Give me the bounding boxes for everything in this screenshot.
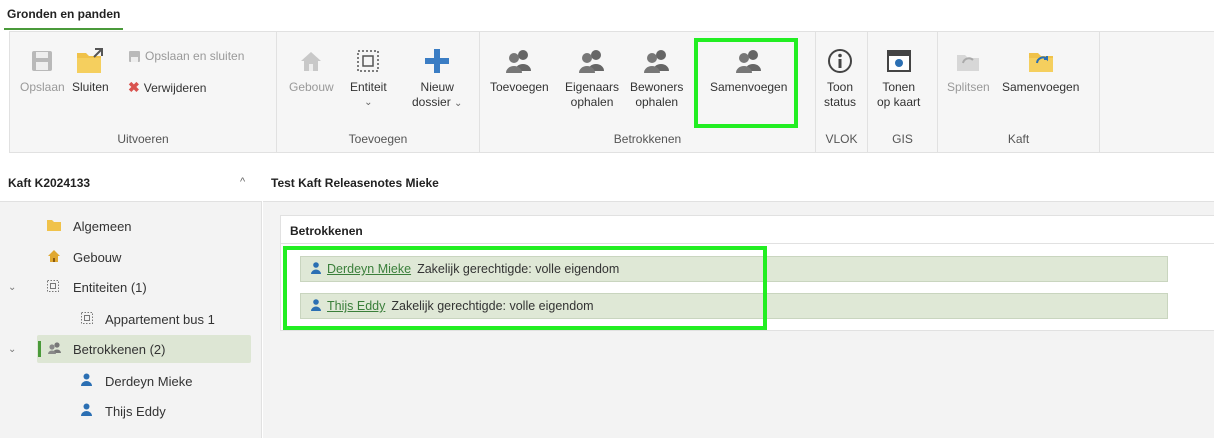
person-role: Zakelijk gerechtigde: volle eigendom — [391, 299, 594, 313]
ribbon: Opslaan Sluiten Opslaan en sluiten ✖ Ver… — [9, 31, 1214, 153]
plus-icon — [422, 46, 452, 76]
group-toevoegen: Gebouw Entiteit ⌄ Nieuw dossier ⌄ Toevoe… — [277, 32, 480, 152]
people-icon — [504, 46, 534, 76]
chevron-down-icon: ⌄ — [454, 98, 463, 109]
tab-gronden-en-panden[interactable]: Gronden en panden — [4, 4, 124, 30]
group-label-gis: GIS — [892, 132, 913, 146]
folder-close-icon — [75, 46, 105, 76]
group-kaft: Splitsen Samenvoegen Kaft — [938, 32, 1100, 152]
entiteit-button[interactable]: Entiteit ⌄ — [350, 46, 387, 110]
save-icon — [27, 46, 57, 76]
left-panel-header: Kaft K2024133 ^ — [0, 164, 262, 202]
list-item: Thijs Eddy Zakelijk gerechtigde: volle e… — [300, 293, 1168, 319]
gebouw-button[interactable]: Gebouw — [289, 46, 334, 95]
tonen-op-kaart-button[interactable]: Tonen op kaart — [877, 46, 920, 110]
person-icon — [311, 261, 321, 277]
tree-item-gebouw[interactable]: Gebouw — [0, 243, 262, 271]
people-icon — [47, 341, 63, 357]
group-gis: Tonen op kaart GIS — [868, 32, 938, 152]
chevron-up-icon[interactable]: ^ — [240, 176, 245, 188]
group-label-toevoegen: Toevoegen — [348, 132, 408, 146]
split-icon — [953, 46, 983, 76]
eigenaars-ophalen-button[interactable]: Eigenaars ophalen — [565, 46, 619, 110]
toon-status-button[interactable]: Toon status — [824, 46, 856, 110]
list-item: Derdeyn Mieke Zakelijk gerechtigde: voll… — [300, 256, 1168, 282]
nieuw-dossier-button[interactable]: Nieuw dossier ⌄ — [412, 46, 462, 111]
person-link[interactable]: Thijs Eddy — [327, 299, 385, 313]
people-icon — [642, 46, 672, 76]
kaft-samenvoegen-button[interactable]: Samenvoegen — [1002, 46, 1079, 95]
entity-icon — [47, 279, 59, 295]
chevron-down-icon: ⌄ — [364, 97, 373, 108]
group-label-betrokkenen: Betrokkenen — [613, 132, 682, 146]
card-title: Betrokkenen — [290, 224, 363, 238]
entity-icon — [353, 46, 383, 76]
opslaan-en-sluiten-button[interactable]: Opslaan en sluiten — [128, 49, 244, 63]
main-panel: Test Kaft Releasenotes Mieke Betrokkenen… — [263, 164, 1214, 438]
tree-item-appartement[interactable]: Appartement bus 1 — [0, 305, 262, 333]
tree-item-algemeen[interactable]: Algemeen — [0, 212, 262, 240]
person-icon — [81, 373, 92, 389]
group-label-kaft: Kaft — [1007, 132, 1030, 146]
folder-icon — [47, 219, 61, 234]
person-role: Zakelijk gerechtigde: volle eigendom — [417, 262, 620, 276]
page-title: Test Kaft Releasenotes Mieke — [271, 176, 439, 190]
group-label-uitvoeren: Uitvoeren — [117, 132, 169, 146]
save-close-icon — [129, 50, 140, 62]
opslaan-button[interactable]: Opslaan — [20, 46, 65, 95]
person-icon — [81, 403, 92, 419]
group-label-vlok: VLOK — [825, 132, 858, 146]
kaft-title: Kaft K2024133 — [8, 176, 91, 190]
main-header: Test Kaft Releasenotes Mieke — [263, 164, 1214, 202]
betrokkenen-samenvoegen-button[interactable]: Samenvoegen — [710, 46, 787, 95]
tree-item-derdeyn-mieke[interactable]: Derdeyn Mieke — [0, 367, 262, 395]
sluiten-button[interactable]: Sluiten — [72, 46, 109, 95]
house-icon — [296, 46, 326, 76]
map-icon — [884, 46, 914, 76]
tree-item-betrokkenen[interactable]: ⌄ Betrokkenen (2) — [0, 335, 262, 363]
folder-merge-icon — [1026, 46, 1056, 76]
splitsen-button[interactable]: Splitsen — [947, 46, 990, 95]
person-link[interactable]: Derdeyn Mieke — [327, 262, 411, 276]
people-icon — [734, 46, 764, 76]
delete-icon: ✖ — [128, 79, 140, 95]
entity-icon — [81, 311, 93, 327]
group-betrokkenen: Toevoegen Eigenaars ophalen Bewoners oph… — [480, 32, 816, 152]
tab-bar: Gronden en panden — [0, 0, 1214, 30]
card-header: Betrokkenen — [281, 216, 1214, 244]
bewoners-ophalen-button[interactable]: Bewoners ophalen — [630, 46, 683, 110]
tree-item-thijs-eddy[interactable]: Thijs Eddy — [0, 397, 262, 425]
chevron-down-icon[interactable]: ⌄ — [8, 344, 16, 355]
group-uitvoeren: Opslaan Sluiten Opslaan en sluiten ✖ Ver… — [10, 32, 277, 152]
info-icon — [825, 46, 855, 76]
people-icon — [577, 46, 607, 76]
tree-item-entiteiten[interactable]: ⌄ Entiteiten (1) — [0, 273, 262, 301]
betrokkenen-toevoegen-button[interactable]: Toevoegen — [490, 46, 549, 95]
selection-marker — [38, 341, 41, 357]
chevron-down-icon[interactable]: ⌄ — [8, 282, 16, 293]
verwijderen-button[interactable]: ✖ Verwijderen — [128, 79, 206, 96]
person-icon — [311, 298, 321, 314]
group-vlok: Toon status VLOK — [816, 32, 868, 152]
house-icon — [47, 249, 61, 266]
